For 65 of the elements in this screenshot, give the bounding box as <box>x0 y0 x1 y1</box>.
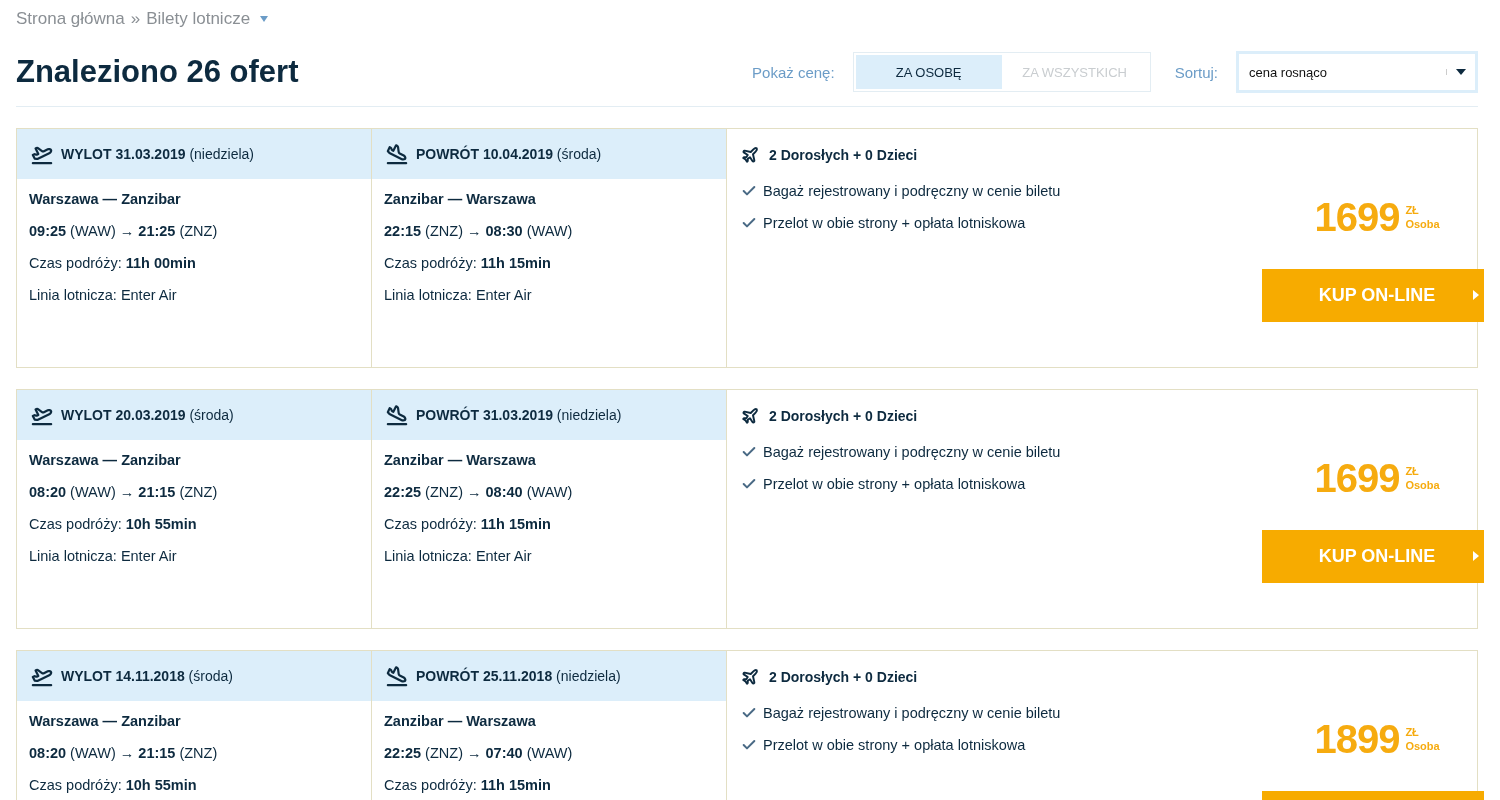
feature-text: Bagaż rejestrowany i podręczny w cenie biletu <box>763 705 1061 721</box>
travel-duration: Czas podróży: 10h 55min <box>28 515 198 534</box>
feature-text: Bagaż rejestrowany i podręczny w cenie biletu <box>763 444 1061 460</box>
currency: ZŁ <box>1405 203 1420 217</box>
leg-date: WYLOT 20.03.2019 (środa) <box>61 407 234 423</box>
flight-times: 09:25 (WAW) → 21:25 (ZNZ) <box>28 222 219 241</box>
feature-text: Bagaż rejestrowany i podręczny w cenie biletu <box>763 183 1061 199</box>
travel-duration: Czas podróży: 11h 15min <box>383 515 552 534</box>
breadcrumb-separator: » <box>130 9 141 29</box>
price-toggle-label: Pokaż cenę: <box>752 63 835 81</box>
feature-text: Przelot w obie strony + opłata lotniskowa <box>763 476 1026 492</box>
caret-icon <box>1472 551 1479 561</box>
price-unit: Osoba <box>1405 478 1440 492</box>
travel-duration: Czas podróży: 11h 00min <box>28 254 197 273</box>
price-unit: Osoba <box>1405 217 1440 231</box>
airline: Linia lotnicza: Enter Air <box>28 547 178 566</box>
plane-icon <box>741 407 759 425</box>
plane-landing-icon <box>386 665 408 687</box>
leg-date: POWRÓT 10.04.2019 (środa) <box>416 146 602 162</box>
plane-landing-icon <box>386 404 408 426</box>
travel-duration: Czas podróży: 11h 15min <box>383 254 552 273</box>
feature-text: Przelot w obie strony + opłata lotniskowa <box>763 737 1026 753</box>
price-unit: Osoba <box>1405 739 1440 753</box>
breadcrumb-link[interactable]: Bilety lotnicze <box>146 9 251 29</box>
plane-icon <box>741 668 759 686</box>
price-mode-tab[interactable]: ZA OSOBĘ <box>855 55 1002 89</box>
price: 1899 <box>1314 716 1400 762</box>
leg-date: WYLOT 31.03.2019 (niedziela) <box>61 146 254 162</box>
travel-duration: Czas podróży: 10h 55min <box>28 776 198 795</box>
caret-icon <box>1472 290 1479 300</box>
sort-select[interactable]: cena rosnąco <box>1236 51 1478 93</box>
flight-times: 08:20 (WAW) → 21:15 (ZNZ) <box>28 744 219 763</box>
passengers: 2 Dorosłych + 0 Dzieci <box>769 669 918 685</box>
route: Warszawa — Zanzibar <box>28 451 182 470</box>
page-title: Znaleziono 26 ofert <box>16 54 300 90</box>
plane-landing-icon <box>386 143 408 165</box>
passengers: 2 Dorosłych + 0 Dzieci <box>769 408 918 424</box>
price: 1699 <box>1314 455 1400 501</box>
currency: ZŁ <box>1405 464 1420 478</box>
currency: ZŁ <box>1405 725 1420 739</box>
flight-times: 08:20 (WAW) → 21:15 (ZNZ) <box>28 483 219 502</box>
buy-online-button[interactable]: KUP ON-LINE <box>1261 269 1484 322</box>
route: Warszawa — Zanzibar <box>28 190 182 209</box>
plane-icon <box>741 146 759 164</box>
route: Zanzibar — Warszawa <box>383 451 537 470</box>
sort-label: Sortuj: <box>1174 63 1218 81</box>
feature-text: Przelot w obie strony + opłata lotniskowa <box>763 215 1026 231</box>
leg-date: WYLOT 14.11.2018 (środa) <box>61 668 233 684</box>
airline: Linia lotnicza: Enter Air <box>28 286 178 305</box>
caret-icon[interactable] <box>260 16 269 22</box>
leg-date: POWRÓT 25.11.2018 (niedziela) <box>416 668 621 684</box>
flight-times: 22:25 (ZNZ) → 08:40 (WAW) <box>383 483 574 502</box>
airline: Linia lotnicza: Enter Air <box>383 547 533 566</box>
route: Zanzibar — Warszawa <box>383 190 537 209</box>
route: Warszawa — Zanzibar <box>28 712 182 731</box>
flight-times: 22:15 (ZNZ) → 08:30 (WAW) <box>383 222 574 241</box>
route: Zanzibar — Warszawa <box>383 712 537 731</box>
travel-duration: Czas podróży: 11h 15min <box>383 776 552 795</box>
breadcrumb-link[interactable]: Strona główna <box>16 9 125 29</box>
passengers: 2 Dorosłych + 0 Dzieci <box>769 147 918 163</box>
leg-date: POWRÓT 31.03.2019 (niedziela) <box>416 407 622 423</box>
price: 1699 <box>1314 194 1400 240</box>
airline: Linia lotnicza: Enter Air <box>383 286 533 305</box>
flight-times: 22:25 (ZNZ) → 07:40 (WAW) <box>383 744 574 763</box>
buy-online-button[interactable]: KUP ON-LINE <box>1261 530 1484 583</box>
